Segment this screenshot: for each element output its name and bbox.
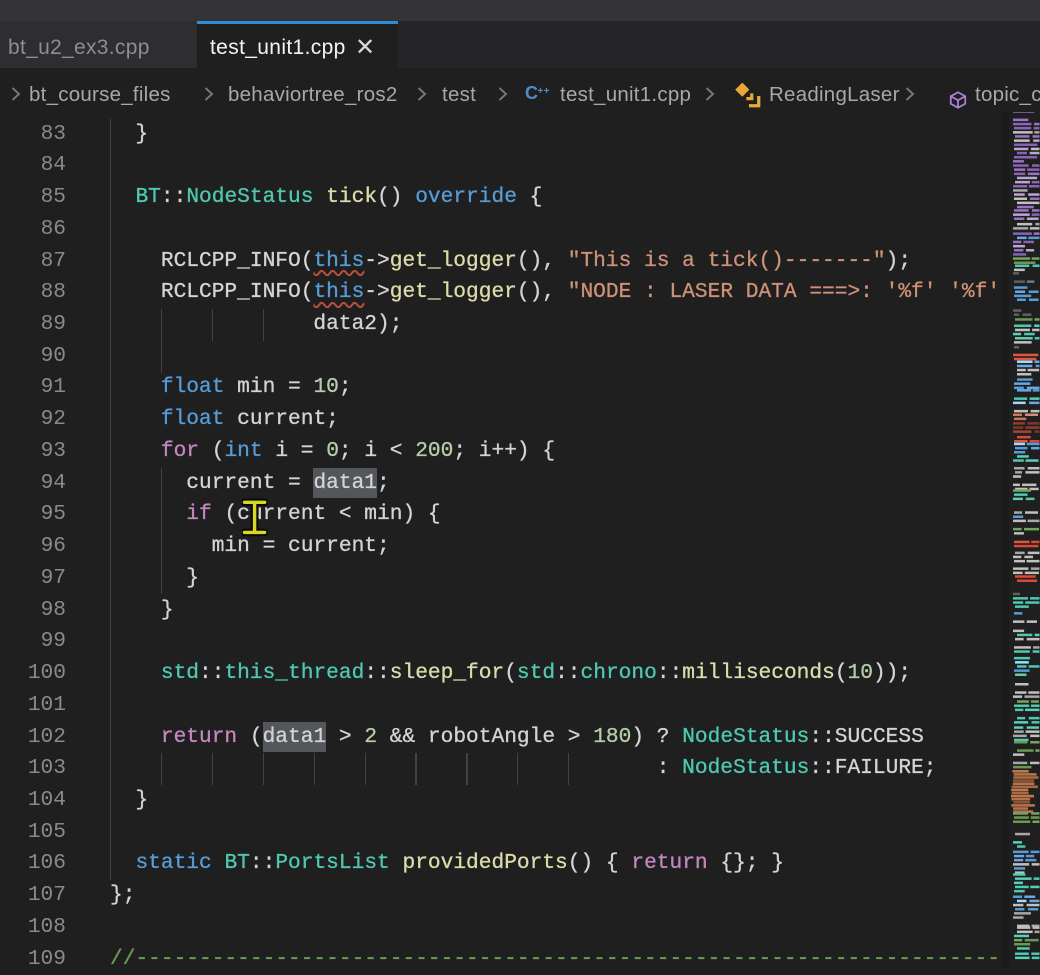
svg-text:C: C xyxy=(525,83,538,103)
svg-text:++: ++ xyxy=(538,86,550,97)
